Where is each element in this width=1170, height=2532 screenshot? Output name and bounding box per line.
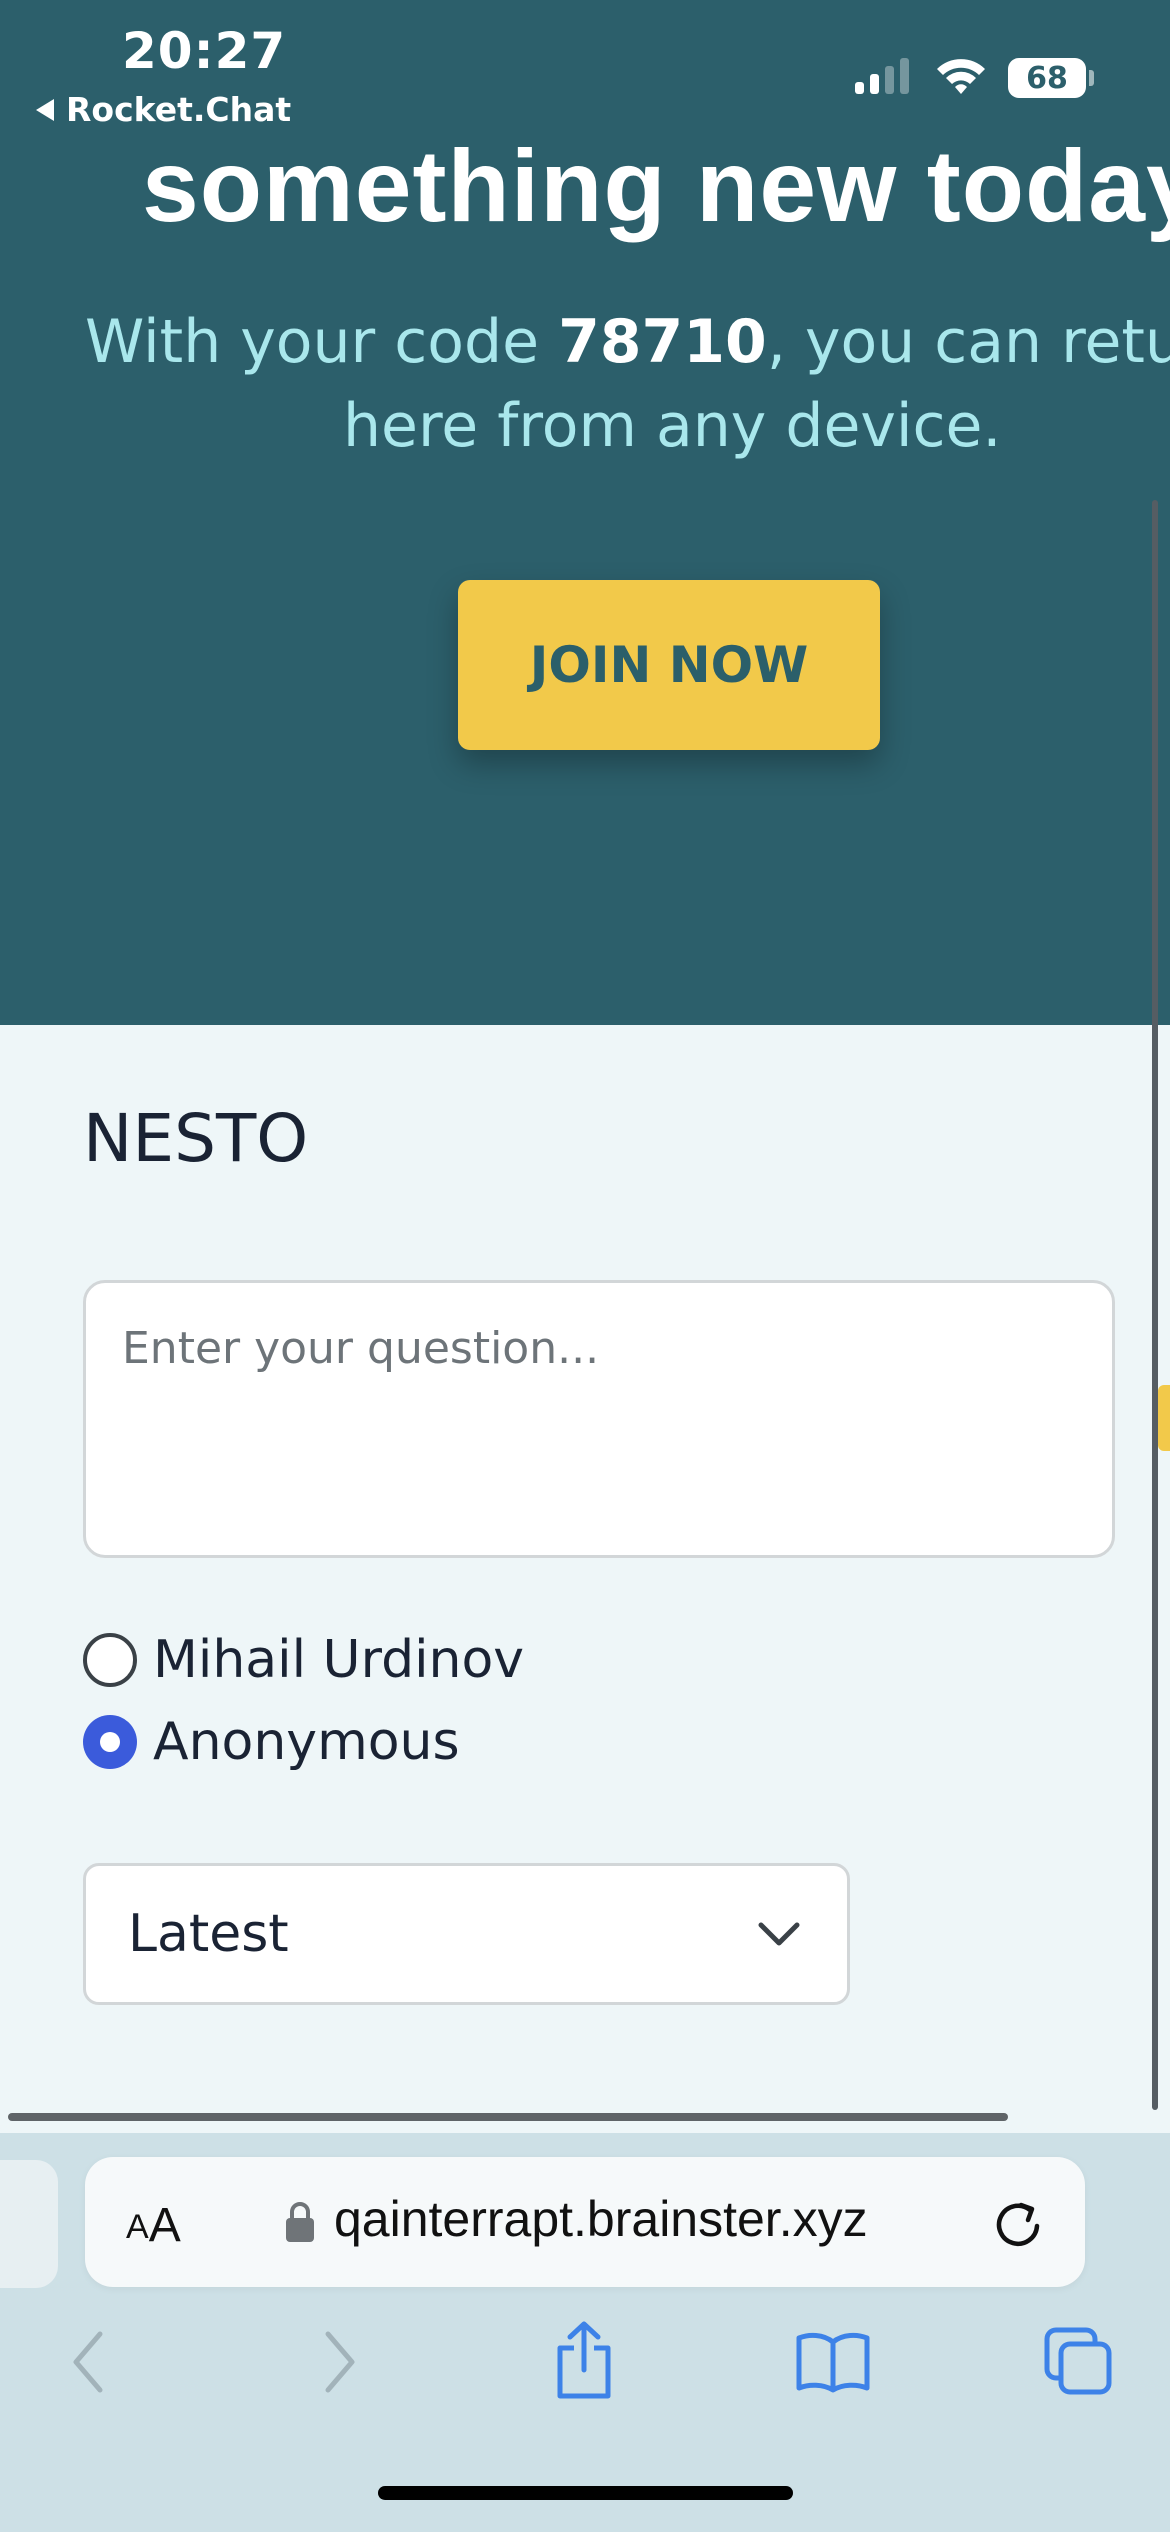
subtitle-prefix: With your code bbox=[85, 307, 559, 377]
subtitle-suffix: , you can retu bbox=[766, 307, 1170, 377]
lock-icon bbox=[286, 2202, 314, 2242]
sort-order-select[interactable]: Latest bbox=[83, 1863, 850, 2005]
identity-option-anonymous[interactable]: Anonymous bbox=[83, 1712, 460, 1772]
radio-checked-icon[interactable] bbox=[83, 1715, 137, 1769]
hero-title: something new today bbox=[142, 129, 1170, 243]
horizontal-scroll-indicator bbox=[8, 2113, 1008, 2121]
status-time: 20:27 bbox=[122, 22, 287, 80]
sort-selected-value: Latest bbox=[128, 1904, 289, 1964]
chevron-down-icon bbox=[758, 1922, 800, 1946]
reload-icon[interactable] bbox=[990, 2196, 1046, 2252]
subtitle-line-2: here from any device. bbox=[343, 391, 1002, 461]
back-triangle-icon bbox=[36, 98, 54, 121]
home-indicator bbox=[378, 2486, 793, 2500]
event-hero-banner: 20:27 Rocket.Chat 68 something new today… bbox=[0, 0, 1170, 1025]
share-icon[interactable] bbox=[552, 2320, 616, 2400]
back-to-app-link[interactable]: Rocket.Chat bbox=[36, 90, 291, 129]
offscreen-button-edge bbox=[1158, 1385, 1170, 1451]
back-arrow-icon[interactable] bbox=[68, 2330, 108, 2394]
bookmarks-icon[interactable] bbox=[795, 2330, 871, 2394]
join-now-button[interactable]: JOIN NOW bbox=[458, 580, 880, 750]
question-input[interactable] bbox=[83, 1280, 1115, 1558]
cellular-signal-icon bbox=[855, 58, 909, 94]
event-name-heading: NESTO bbox=[83, 1100, 309, 1177]
battery-icon: 68 bbox=[1008, 58, 1086, 98]
text-size-button[interactable]: AA bbox=[126, 2185, 181, 2259]
back-app-label: Rocket.Chat bbox=[66, 90, 292, 129]
text-size-small-glyph: A bbox=[126, 2208, 149, 2246]
event-code: 78710 bbox=[558, 307, 767, 377]
wifi-icon bbox=[937, 59, 985, 94]
text-size-big-glyph: A bbox=[148, 2199, 181, 2252]
url-text[interactable]: qainterrapt.brainster.xyz bbox=[334, 2190, 868, 2248]
identity-option-name[interactable]: Mihail Urdinov bbox=[83, 1630, 524, 1690]
radio-unchecked-icon[interactable] bbox=[83, 1633, 137, 1687]
identity-option-label: Mihail Urdinov bbox=[153, 1630, 525, 1690]
forward-arrow-icon[interactable] bbox=[320, 2330, 360, 2394]
identity-option-label: Anonymous bbox=[153, 1712, 460, 1772]
previous-tab-peek[interactable] bbox=[0, 2160, 58, 2288]
hero-subtitle: With your code 78710, you can retu here … bbox=[85, 300, 1170, 468]
vertical-scroll-indicator bbox=[1152, 500, 1158, 2110]
battery-cap bbox=[1089, 70, 1094, 86]
tabs-icon[interactable] bbox=[1043, 2326, 1115, 2398]
